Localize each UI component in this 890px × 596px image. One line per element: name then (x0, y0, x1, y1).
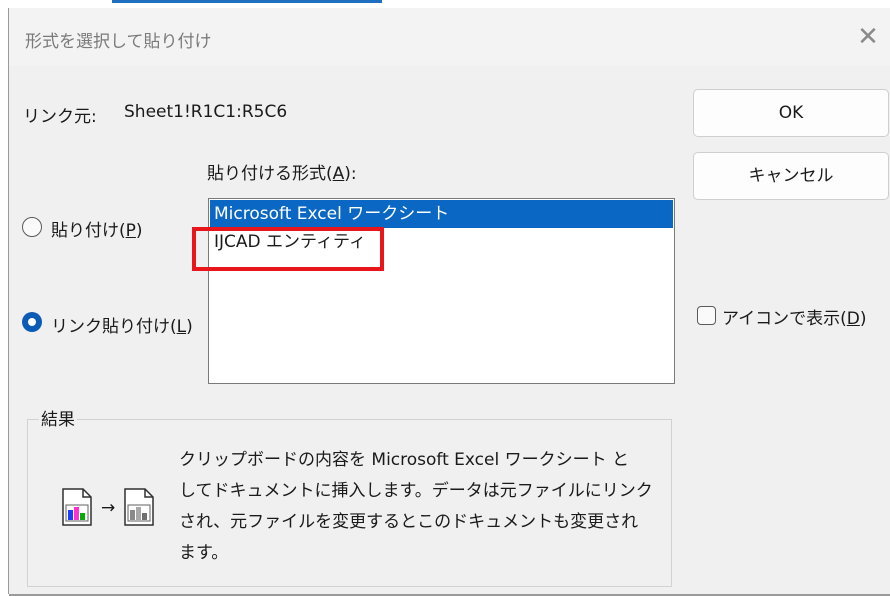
result-line: してドキュメントに挿入します。データは元ファイルにリンク (179, 481, 653, 501)
checkbox-icon[interactable] (697, 306, 716, 325)
source-value: Sheet1!R1C1:R5C6 (124, 102, 288, 122)
close-icon[interactable]: ✕ (853, 22, 883, 52)
radio-icon[interactable] (22, 312, 42, 332)
ok-button[interactable]: OK (693, 89, 889, 137)
source-label: リンク元: (23, 107, 97, 127)
format-list-label: 貼り付ける形式(A): (207, 164, 357, 184)
result-line: ます。 (179, 543, 229, 563)
result-illustration: → (62, 488, 154, 526)
result-line: クリップボードの内容を Microsoft Excel ワークシート と (179, 450, 630, 470)
result-description: クリップボードの内容を Microsoft Excel ワークシート と してド… (179, 445, 659, 569)
title-bar: 形式を選択して貼り付け ✕ (9, 8, 890, 66)
display-as-icon-label[interactable]: アイコンで表示(D) (722, 304, 867, 329)
result-group-label: 結果 (39, 405, 77, 430)
cancel-button[interactable]: キャンセル (693, 152, 889, 200)
format-listbox[interactable]: Microsoft Excel ワークシート IJCAD エンティティ (208, 198, 675, 384)
radio-icon[interactable] (22, 217, 42, 237)
paste-link-radio-label[interactable]: リンク貼り付け(L) (51, 312, 193, 337)
list-item[interactable]: Microsoft Excel ワークシート (210, 200, 673, 228)
result-line: され、元ファイルを変更するとこのドキュメントも変更され (179, 512, 639, 532)
paste-special-dialog: 形式を選択して貼り付け ✕ リンク元: Sheet1!R1C1:R5C6 貼り付… (8, 8, 890, 596)
arrow-right-icon: → (101, 498, 115, 518)
background-accent (112, 0, 382, 3)
dialog-title: 形式を選択して貼り付け (25, 32, 212, 52)
background-strip (0, 0, 890, 8)
document-chart-icon (62, 488, 92, 526)
document-chart-icon (124, 488, 154, 526)
paste-radio-label[interactable]: 貼り付け(P) (51, 216, 143, 241)
highlight-annotation (192, 227, 384, 271)
